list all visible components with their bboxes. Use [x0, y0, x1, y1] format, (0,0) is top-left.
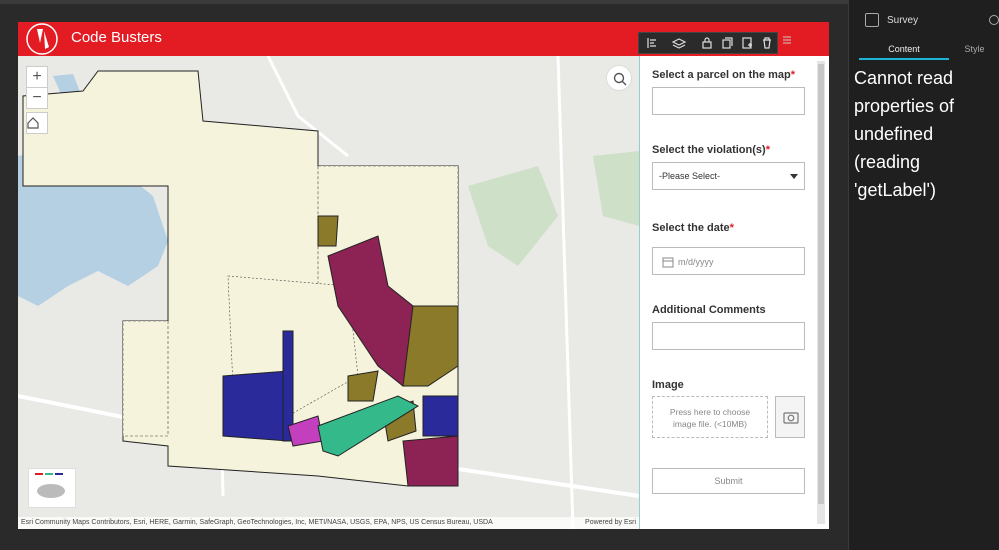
duplicate-icon[interactable] — [737, 33, 757, 53]
violation-label: Select the violation(s) — [652, 144, 766, 156]
date-placeholder: m/d/yyyy — [678, 257, 714, 267]
copy-icon[interactable] — [717, 33, 737, 53]
subdivision — [122, 320, 169, 437]
home-button[interactable] — [26, 112, 48, 134]
parcel-blue[interactable] — [422, 395, 459, 437]
camera-button[interactable] — [775, 396, 805, 438]
survey-widget-icon — [865, 13, 879, 27]
park-area — [468, 166, 558, 266]
home-icon — [27, 117, 39, 129]
powered-by-esri[interactable]: Powered by Esri — [585, 519, 636, 526]
settings-panel: Survey Content Style Cannot read propert… — [848, 0, 999, 550]
park-area — [593, 151, 639, 226]
zoom-in-button[interactable]: + — [26, 66, 48, 88]
required-mark: * — [729, 222, 734, 234]
required-mark: * — [765, 144, 770, 156]
map-attribution: Esri Community Maps Contributors, Esri, … — [18, 517, 639, 529]
lock-icon[interactable] — [697, 33, 717, 53]
survey-widget: Select a parcel on the map* Select the v… — [639, 56, 829, 529]
experience-app: Code Busters + − Esri Community Maps Con… — [18, 22, 829, 529]
widget-toolbar — [638, 32, 778, 54]
upload-limit-text: image file. (<10MB) — [673, 419, 747, 429]
submit-button[interactable]: Submit — [652, 468, 805, 494]
tab-content[interactable]: Content — [859, 38, 949, 60]
scrollbar-thumb[interactable] — [818, 64, 824, 504]
violation-selected-value: -Please Select- — [659, 171, 721, 181]
map-view[interactable]: + − Esri Community Maps Contributors, Es… — [18, 56, 639, 529]
upload-text: Press here to choose — [669, 407, 751, 417]
comments-field[interactable] — [652, 322, 805, 350]
builder-canvas: Code Busters + − Esri Community Maps Con… — [0, 0, 999, 550]
align-icon[interactable] — [643, 33, 663, 53]
violation-select[interactable]: -Please Select- — [652, 162, 805, 190]
app-logo — [26, 23, 58, 55]
app-title: Code Busters — [71, 29, 162, 46]
map-thumbnail-icon — [35, 473, 65, 498]
survey-scrollbar[interactable] — [817, 61, 825, 524]
parcel-olive[interactable] — [317, 215, 339, 247]
map-search-button[interactable] — [606, 65, 632, 91]
basemap-toggle[interactable] — [28, 468, 76, 508]
search-icon[interactable] — [989, 15, 999, 25]
image-label: Image — [652, 379, 684, 391]
parcel-field[interactable] — [652, 87, 805, 115]
error-message: Cannot read properties of undefined (rea… — [854, 68, 955, 200]
calendar-icon — [662, 257, 674, 268]
date-label: Select the date — [652, 222, 730, 234]
search-icon — [613, 72, 627, 86]
violation-question: Select the violation(s)* — [652, 144, 770, 156]
attribution-text: Esri Community Maps Contributors, Esri, … — [21, 519, 493, 526]
panel-title: Survey — [887, 15, 919, 26]
date-field[interactable]: m/d/yyyy — [652, 247, 805, 275]
camera-icon — [783, 412, 799, 424]
chevron-down-icon — [790, 174, 798, 179]
parcel-blue[interactable] — [222, 370, 289, 442]
more-options-icon[interactable] — [782, 35, 792, 45]
date-question: Select the date* — [652, 222, 734, 234]
tab-style[interactable]: Style — [949, 38, 999, 60]
comments-label: Additional Comments — [652, 304, 766, 316]
parcel-maroon[interactable] — [402, 435, 459, 487]
road — [556, 56, 575, 529]
image-upload-area[interactable]: Press here to choose image file. (<10MB) — [652, 396, 768, 438]
parcel-olive[interactable] — [347, 370, 379, 402]
layers-icon[interactable] — [669, 33, 689, 53]
required-mark: * — [790, 69, 796, 81]
parcel-label: Select a parcel on the map — [652, 69, 791, 81]
delete-icon[interactable] — [757, 33, 777, 53]
parcel-question: Select a parcel on the map* — [652, 69, 795, 81]
zoom-out-button[interactable]: − — [26, 87, 48, 109]
parcel-map[interactable] — [18, 56, 639, 529]
